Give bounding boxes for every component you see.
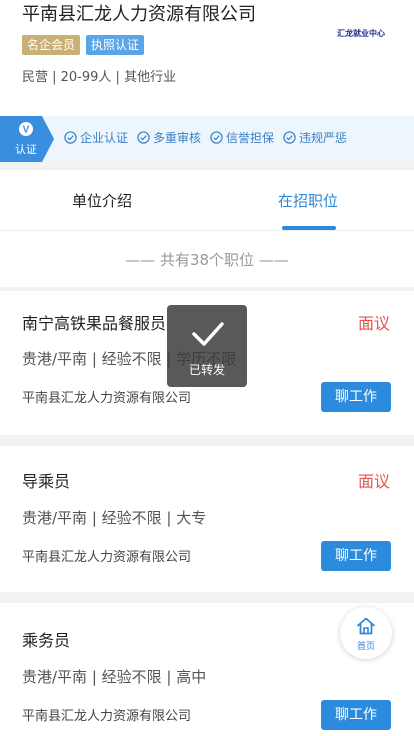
company-logo: 汇龙就业中心: [337, 29, 385, 38]
certification-bar: V 认证 企业认证 多重审核 信誉担保 违规严惩: [0, 116, 414, 162]
job-salary: 面议: [357, 314, 390, 333]
license-badge: 执照认证: [86, 35, 145, 55]
job-count-text: —— 共有38个职位 ——: [125, 251, 289, 269]
certified-flag-icon: V 认证: [0, 116, 54, 162]
cert-item: 企业认证: [64, 129, 128, 146]
tab-bar: 单位介绍 在招职位: [0, 170, 414, 231]
job-company: 平南县汇龙人力资源有限公司: [22, 391, 192, 406]
home-button[interactable]: 首页: [340, 607, 392, 659]
check-icon: [192, 322, 224, 346]
job-title: 南宁高铁果品餐服员: [22, 314, 167, 333]
company-meta: 民营 | 20-99人 | 其他行业: [22, 70, 177, 85]
job-title: 乘务员: [22, 631, 71, 650]
cert-item: 信誉担保: [210, 129, 274, 146]
job-requirements: 贵港/平南 | 经验不限 | 大专: [22, 509, 207, 527]
chat-job-button[interactable]: 聊工作: [321, 700, 391, 730]
job-company: 平南县汇龙人力资源有限公司: [22, 550, 192, 565]
cert-items: 企业认证 多重审核 信誉担保 违规严惩: [64, 129, 347, 146]
svg-text:认证: 认证: [15, 143, 37, 156]
chat-job-button[interactable]: 聊工作: [321, 382, 391, 412]
cert-item: 违规严惩: [283, 129, 347, 146]
home-label: 首页: [356, 642, 375, 652]
job-count-row: —— 共有38个职位 ——: [0, 231, 414, 287]
cert-item: 多重审核: [137, 129, 201, 146]
job-card[interactable]: 导乘员 面议 贵港/平南 | 经验不限 | 大专 平南县汇龙人力资源有限公司 聊…: [0, 446, 414, 592]
chat-job-button[interactable]: 聊工作: [321, 541, 391, 571]
forwarded-toast: 已转发: [167, 305, 247, 387]
tab-company-intro[interactable]: 单位介绍: [72, 190, 132, 211]
job-salary: 面议: [357, 472, 390, 491]
job-title: 导乘员: [22, 472, 71, 491]
member-badge: 名企会员: [22, 35, 81, 55]
home-icon: [357, 617, 375, 635]
company-header: 平南县汇龙人力资源有限公司 汇龙就业中心 名企会员 执照认证 民营 | 20-9…: [0, 0, 414, 116]
job-requirements: 贵港/平南 | 经验不限 | 高中: [22, 668, 207, 686]
company-name: 平南县汇龙人力资源有限公司: [22, 4, 256, 25]
check-circle-icon: [137, 131, 150, 144]
job-company: 平南县汇龙人力资源有限公司: [22, 709, 192, 724]
check-circle-icon: [64, 131, 77, 144]
active-tab-indicator: [282, 226, 336, 230]
check-circle-icon: [283, 131, 296, 144]
tab-open-jobs[interactable]: 在招职位: [278, 190, 338, 211]
check-circle-icon: [210, 131, 223, 144]
svg-text:V: V: [23, 125, 30, 136]
toast-text: 已转发: [188, 363, 225, 377]
company-badges: 名企会员 执照认证: [22, 35, 145, 55]
